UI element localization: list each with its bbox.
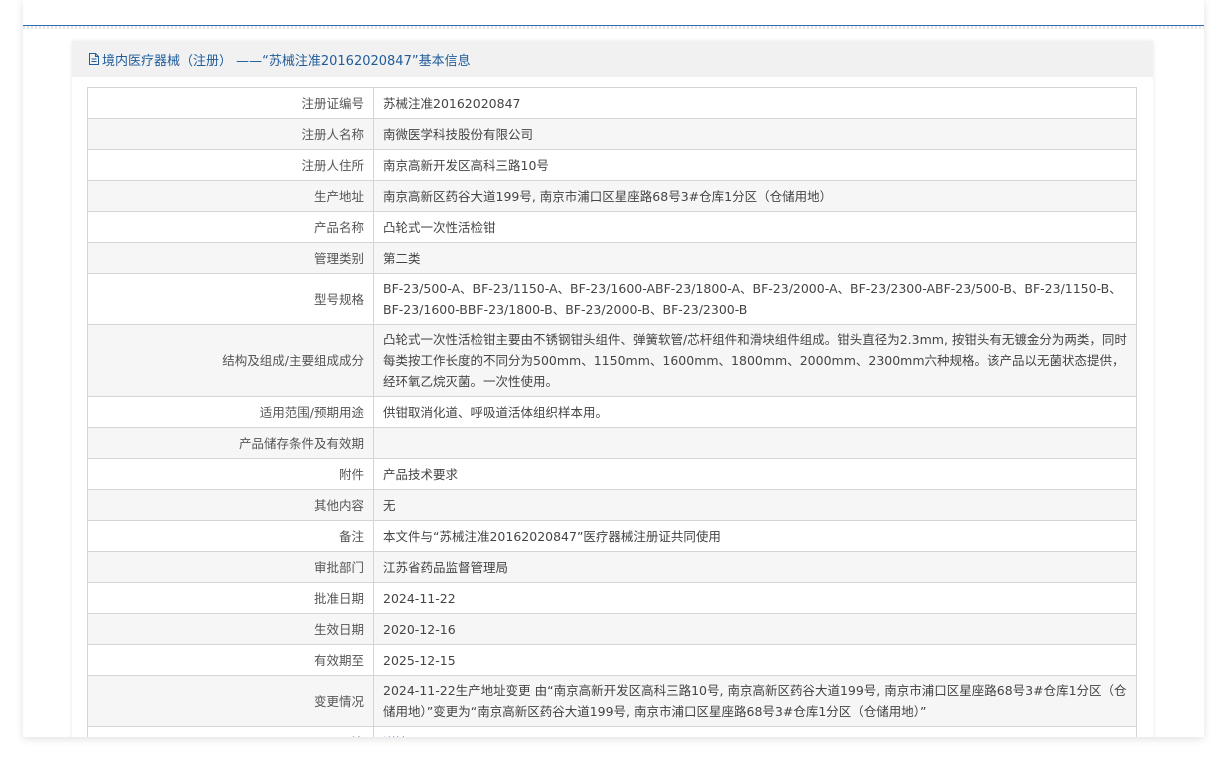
- table-row: 产品名称 凸轮式一次性活检钳: [87, 211, 1137, 243]
- field-value: 南京高新区药谷大道199号, 南京市浦口区星座路68号3#仓库1分区（仓储用地）: [373, 180, 1137, 212]
- field-value: 2025-12-15: [373, 644, 1137, 676]
- table-row: 备注 本文件与“苏械注准20162020847”医疗器械注册证共同使用: [87, 520, 1137, 552]
- field-value: 江苏省药品监督管理局: [373, 551, 1137, 583]
- table-row: 注册证编号 苏械注准20162020847: [87, 87, 1137, 119]
- field-value: 南京高新开发区高科三路10号: [373, 149, 1137, 181]
- field-value: 产品技术要求: [373, 458, 1137, 490]
- field-label: 管理类别: [87, 242, 374, 274]
- field-value: 凸轮式一次性活检钳主要由不锈钢钳头组件、弹簧软管/芯杆组件和滑块组件组成。钳头直…: [383, 332, 1127, 389]
- field-value: 2024-11-22生产地址变更 由“南京高新开发区高科三路10号, 南京高新区…: [383, 683, 1127, 719]
- field-label: 结构及组成/主要组成成分: [87, 324, 374, 397]
- document-icon: [89, 53, 99, 65]
- details-link[interactable]: 详情: [383, 735, 408, 738]
- info-panel: 境内医疗器械（注册） ——“苏械注准20162020847”基本信息 注册证编号…: [72, 41, 1153, 737]
- field-label: 备注: [87, 520, 374, 552]
- field-label: ◎注: [87, 726, 374, 737]
- field-label: 注册证编号: [87, 87, 374, 119]
- table-row: 生产地址 南京高新区药谷大道199号, 南京市浦口区星座路68号3#仓库1分区（…: [87, 180, 1137, 212]
- field-label: 审批部门: [87, 551, 374, 583]
- table-row: 生效日期 2020-12-16: [87, 613, 1137, 645]
- field-label: 产品储存条件及有效期: [87, 427, 374, 459]
- field-label: 变更情况: [87, 675, 374, 727]
- field-value: 2024-11-22: [373, 582, 1137, 614]
- table-row: 管理类别 第二类: [87, 242, 1137, 274]
- field-label: 产品名称: [87, 211, 374, 243]
- field-value: BF-23/500-A、BF-23/1150-A、BF-23/1600-ABF-…: [383, 281, 1122, 317]
- table-row: 有效期至 2025-12-15: [87, 644, 1137, 676]
- info-table: 注册证编号 苏械注准20162020847 注册人名称 南微医学科技股份有限公司…: [87, 87, 1137, 737]
- field-label: 附件: [87, 458, 374, 490]
- field-label: 适用范围/预期用途: [87, 396, 374, 428]
- field-label: 其他内容: [87, 489, 374, 521]
- table-row: 变更情况 2024-11-22生产地址变更 由“南京高新开发区高科三路10号, …: [87, 675, 1137, 727]
- table-row: 产品储存条件及有效期: [87, 427, 1137, 459]
- field-label: 批准日期: [87, 582, 374, 614]
- field-value: 2020-12-16: [373, 613, 1137, 645]
- top-rule-pattern: [23, 26, 1204, 29]
- table-row: 批准日期 2024-11-22: [87, 582, 1137, 614]
- field-label: 有效期至: [87, 644, 374, 676]
- table-row: 其他内容 无: [87, 489, 1137, 521]
- field-value: 凸轮式一次性活检钳: [373, 211, 1137, 243]
- field-label: 生效日期: [87, 613, 374, 645]
- field-label: 注册人住所: [87, 149, 374, 181]
- field-label: 注册人名称: [87, 118, 374, 150]
- table-row: 注册人名称 南微医学科技股份有限公司: [87, 118, 1137, 150]
- table-row: 适用范围/预期用途 供钳取消化道、呼吸道活体组织样本用。: [87, 396, 1137, 428]
- field-value: [373, 427, 1137, 459]
- table-row: 注册人住所 南京高新开发区高科三路10号: [87, 149, 1137, 181]
- panel-title: 境内医疗器械（注册） ——“苏械注准20162020847”基本信息: [102, 53, 471, 69]
- page-frame: 境内医疗器械（注册） ——“苏械注准20162020847”基本信息 注册证编号…: [23, 0, 1204, 737]
- field-value: 第二类: [373, 242, 1137, 274]
- field-value: 无: [373, 489, 1137, 521]
- field-label: 型号规格: [87, 273, 374, 325]
- field-value: 南微医学科技股份有限公司: [373, 118, 1137, 150]
- table-row: 结构及组成/主要组成成分 凸轮式一次性活检钳主要由不锈钢钳头组件、弹簧软管/芯杆…: [87, 324, 1137, 397]
- table-row: 附件 产品技术要求: [87, 458, 1137, 490]
- table-row: 审批部门 江苏省药品监督管理局: [87, 551, 1137, 583]
- field-value: 供钳取消化道、呼吸道活体组织样本用。: [373, 396, 1137, 428]
- field-value: 本文件与“苏械注准20162020847”医疗器械注册证共同使用: [373, 520, 1137, 552]
- table-row: 型号规格 BF-23/500-A、BF-23/1150-A、BF-23/1600…: [87, 273, 1137, 325]
- table-row: ◎注 详情: [87, 726, 1137, 738]
- field-value: 苏械注准20162020847: [373, 87, 1137, 119]
- field-label: 生产地址: [87, 180, 374, 212]
- panel-header: 境内医疗器械（注册） ——“苏械注准20162020847”基本信息: [72, 41, 1153, 77]
